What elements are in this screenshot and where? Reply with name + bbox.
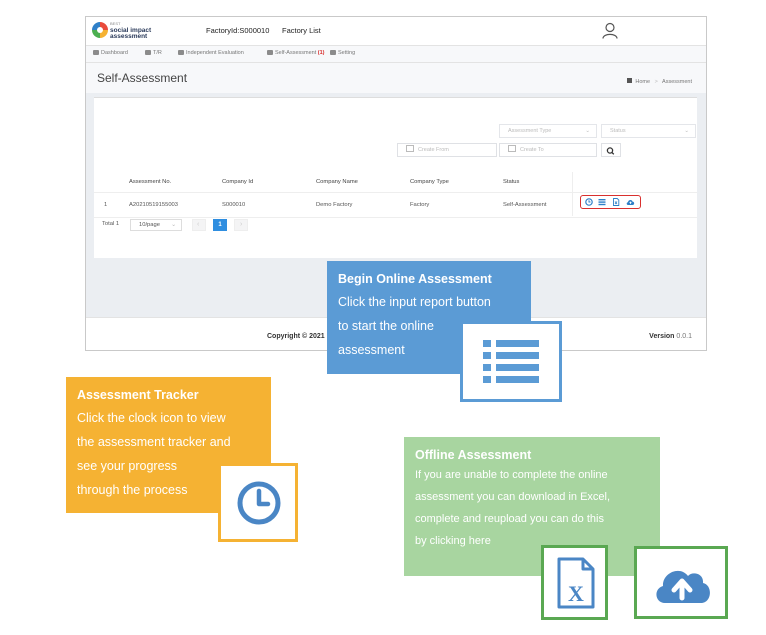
offline-line-3: complete and reupload you can do this — [415, 513, 604, 525]
svg-text:X: X — [568, 581, 584, 606]
nav-label: T/R — [153, 50, 162, 56]
nav-label: Setting — [338, 50, 356, 56]
factory-list-link[interactable]: Factory List — [282, 26, 321, 35]
document-icon — [267, 50, 273, 55]
logo-icon — [92, 22, 108, 38]
breadcrumb-separator: > — [654, 79, 658, 85]
page-size-select[interactable]: 10/page ⌄ — [130, 219, 182, 231]
calendar-icon — [406, 145, 414, 152]
nav-badge: (1) — [317, 50, 325, 56]
page-size-value: 10/page — [139, 222, 160, 228]
column-header-assessment-no: Assessment No. — [129, 179, 172, 185]
list-icon[interactable] — [598, 198, 606, 206]
copyright-text: Copyright © 2021 — [267, 333, 325, 340]
pagination-total: Total 1 — [102, 221, 120, 227]
eye-icon — [145, 50, 151, 55]
evaluation-icon — [178, 50, 184, 55]
offline-line-2: assessment you can download in Excel, — [415, 491, 611, 503]
list-icon — [483, 340, 539, 383]
clock-icon — [237, 481, 281, 525]
chevron-down-icon: ⌄ — [684, 128, 689, 134]
clock-icon[interactable] — [585, 198, 593, 206]
online-line-1: Click the input report button — [338, 295, 491, 309]
upload-icon-box — [634, 546, 728, 619]
version-value: 0.0.1 — [676, 333, 692, 340]
cell-assessment-no: A20210519155003 — [129, 202, 179, 208]
gear-icon — [330, 50, 336, 55]
cell-company-type: Factory — [410, 202, 430, 208]
assessment-type-placeholder: Assessment Type — [508, 128, 552, 134]
row-actions — [580, 195, 641, 209]
online-icon-box — [460, 321, 562, 402]
breadcrumb-current: Assessment — [662, 79, 692, 85]
chevron-down-icon: ⌄ — [585, 128, 590, 134]
tracker-icon-box — [218, 463, 298, 542]
column-header-company-type: Company Type — [410, 179, 449, 185]
home-icon — [627, 78, 633, 83]
offline-line-1: If you are unable to complete the online — [415, 469, 608, 481]
search-icon — [606, 147, 615, 155]
version-label: Version — [649, 333, 675, 340]
cloud-upload-icon[interactable] — [626, 198, 635, 206]
status-placeholder: Status — [610, 128, 626, 134]
breadcrumb-home[interactable]: Home — [635, 79, 650, 85]
excel-icon-box: X — [541, 545, 608, 620]
online-callout-title: Begin Online Assessment — [338, 272, 492, 286]
nav-label: Dashboard — [101, 50, 128, 56]
chevron-right-icon: › — [240, 221, 243, 228]
dashboard-icon — [93, 50, 99, 55]
nav-label: Self-Assessment — [275, 50, 317, 56]
offline-assessment-callout: Offline Assessment If you are unable to … — [404, 437, 660, 576]
cloud-upload-icon — [656, 570, 710, 603]
assessment-panel: Assessment Type ⌄ Status ⌄ Create From Cre… — [94, 97, 697, 258]
calendar-icon — [508, 145, 516, 152]
excel-icon[interactable] — [612, 198, 620, 206]
excel-icon: X — [557, 557, 595, 609]
nav-item-independent-evaluation[interactable]: Independent Evaluation — [178, 50, 244, 56]
status-select[interactable]: Status ⌄ — [601, 124, 696, 138]
nav-item-dashboard[interactable]: Dashboard — [93, 50, 128, 56]
tracker-callout-title: Assessment Tracker — [77, 388, 199, 402]
breadcrumb: Home > Assessment — [627, 78, 692, 85]
logo-text: BEST social impact assessment — [110, 21, 151, 41]
version-text: Version 0.0.1 — [649, 333, 692, 340]
factory-id: FactoryId:S000010 — [206, 26, 270, 35]
cell-company-name: Demo Factory — [316, 202, 353, 208]
prev-page-button[interactable]: ‹ — [192, 219, 206, 231]
row-divider — [94, 217, 697, 218]
create-to-input[interactable]: Create To — [499, 143, 597, 157]
page-title: Self-Assessment — [97, 71, 188, 85]
top-bar: BEST social impact assessment FactoryId:… — [86, 17, 706, 46]
chevron-down-icon: ⌄ — [171, 222, 176, 228]
nav-bar: Dashboard T/R Independent Evaluation Sel… — [86, 46, 706, 63]
search-button[interactable] — [601, 143, 621, 157]
nav-label: Independent Evaluation — [186, 50, 244, 56]
chevron-left-icon: ‹ — [197, 221, 200, 228]
nav-item-setting[interactable]: Setting — [330, 50, 355, 56]
offline-callout-text: If you are unable to complete the online… — [415, 464, 649, 552]
assessment-type-select[interactable]: Assessment Type ⌄ — [499, 124, 597, 138]
nav-item-tr[interactable]: T/R — [145, 50, 162, 56]
logo-line-2: assessment — [110, 33, 148, 40]
offline-callout-title: Offline Assessment — [415, 448, 532, 462]
page-button-1[interactable]: 1 — [213, 219, 227, 231]
create-from-input[interactable]: Create From — [397, 143, 497, 157]
tracker-line-1: Click the clock icon to view — [77, 411, 226, 425]
create-from-placeholder: Create From — [418, 147, 449, 153]
next-page-button[interactable]: › — [234, 219, 248, 231]
row-index: 1 — [104, 202, 108, 208]
cell-company-id: S000010 — [222, 202, 246, 208]
column-header-company-name: Company Name — [316, 179, 358, 185]
tracker-line-2: the assessment tracker and — [77, 435, 231, 449]
user-icon[interactable] — [602, 22, 618, 39]
nav-item-self-assessment[interactable]: Self-Assessment (1) — [267, 50, 325, 56]
create-to-placeholder: Create To — [520, 147, 544, 153]
column-header-company-id: Company Id — [222, 179, 254, 185]
offline-line-4: by clicking here — [415, 535, 491, 547]
column-header-status: Status — [503, 179, 520, 185]
cell-status: Self-Assessment — [503, 202, 547, 208]
page-header: Self-Assessment Home > Assessment — [86, 63, 706, 93]
